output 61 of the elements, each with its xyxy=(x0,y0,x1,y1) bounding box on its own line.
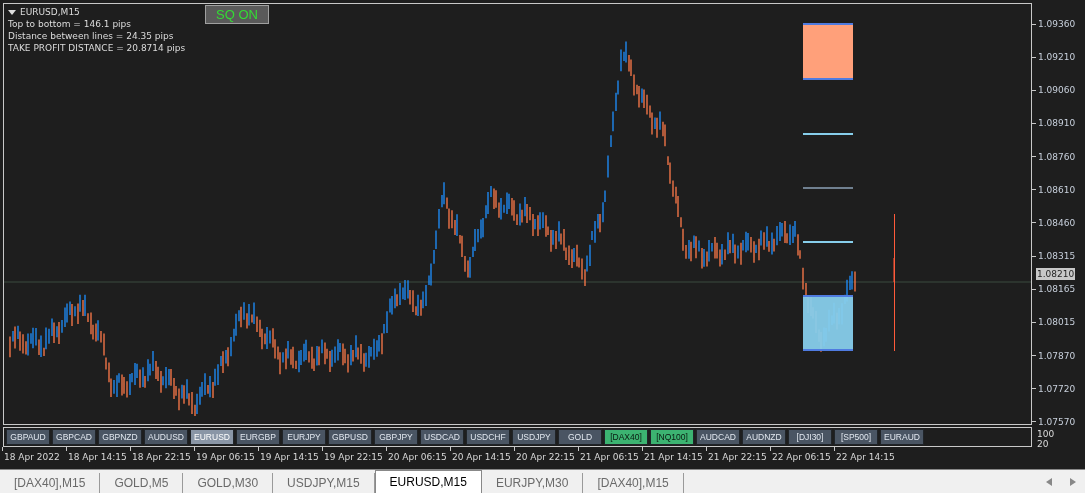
time-label: 22 Apr 14:15 xyxy=(836,452,895,462)
symbol-button[interactable]: USDJPY xyxy=(512,429,556,445)
current-price-label: 1.08210 xyxy=(1036,268,1076,280)
symbol-button[interactable]: EURGBP xyxy=(236,429,280,445)
dropdown-icon[interactable] xyxy=(8,9,16,15)
price-label: 1.09060 xyxy=(1038,85,1076,96)
vertical-line[interactable] xyxy=(893,214,895,351)
time-label: 21 Apr 22:15 xyxy=(708,452,767,462)
chart-title: EURUSD,M15 xyxy=(20,6,80,18)
info-text: Top to bottom = 146.1 pips xyxy=(8,18,132,30)
indicator-scale-label: 20 xyxy=(1037,439,1050,449)
time-label: 21 Apr 14:15 xyxy=(644,452,703,462)
scroll-right-icon[interactable] xyxy=(1070,478,1076,486)
symbol-button[interactable]: EURJPY xyxy=(282,429,326,445)
info-text: Distance between lines = 24.35 pips xyxy=(8,30,175,42)
price-label: 1.08760 xyxy=(1038,151,1076,162)
price-label: 1.09210 xyxy=(1038,52,1076,63)
scroll-left-icon[interactable] xyxy=(1046,478,1052,486)
symbol-button[interactable]: AUDUSD xyxy=(144,429,188,445)
price-label: 1.07720 xyxy=(1038,383,1076,394)
symbol-button[interactable]: [DJI30] xyxy=(788,429,832,445)
price-label: 1.08460 xyxy=(1038,217,1076,228)
time-label: 20 Apr 22:15 xyxy=(516,452,575,462)
info-text: TAKE PROFIT DISTANCE = 20.8714 pips xyxy=(8,42,186,54)
time-label: 18 Apr 22:15 xyxy=(132,452,191,462)
take-profit-box[interactable] xyxy=(803,23,853,80)
price-label: 1.08315 xyxy=(1038,251,1076,262)
symbol-button[interactable]: AUDNZD xyxy=(742,429,786,445)
symbol-button[interactable]: GBPCAD xyxy=(52,429,96,445)
symbol-button[interactable]: GBPAUD xyxy=(6,429,50,445)
stop-box[interactable] xyxy=(803,295,853,351)
symbol-button[interactable]: [DAX40] xyxy=(604,429,648,445)
price-label: 1.07870 xyxy=(1038,350,1076,361)
symbol-button[interactable]: EURAUD xyxy=(880,429,924,445)
symbol-button[interactable]: GBPJPY xyxy=(374,429,418,445)
price-label: 1.08015 xyxy=(1038,317,1076,328)
time-label: 21 Apr 06:15 xyxy=(580,452,639,462)
time-label: 20 Apr 06:15 xyxy=(388,452,447,462)
time-label: 22 Apr 06:15 xyxy=(772,452,831,462)
time-label: 18 Apr 14:15 xyxy=(68,452,127,462)
time-label: 19 Apr 06:15 xyxy=(196,452,255,462)
symbol-button[interactable]: USDCAD xyxy=(420,429,464,445)
symbol-button[interactable]: [NQ100] xyxy=(650,429,694,445)
symbol-button[interactable]: GBPUSD xyxy=(328,429,372,445)
indicator-scale-label: 100 xyxy=(1037,429,1055,439)
chart-tab[interactable]: EURUSD,M15 xyxy=(374,470,482,493)
price-label: 1.07570 xyxy=(1038,416,1076,427)
symbol-button[interactable]: GOLD xyxy=(558,429,602,445)
symbol-button[interactable]: [SP500] xyxy=(834,429,878,445)
symbol-button[interactable]: GBPNZD xyxy=(98,429,142,445)
symbol-button[interactable]: AUDCAD xyxy=(696,429,740,445)
price-label: 1.08910 xyxy=(1038,118,1076,129)
price-label: 1.09360 xyxy=(1038,19,1076,29)
time-label: 18 Apr 2022 xyxy=(4,452,60,462)
time-label: 19 Apr 22:15 xyxy=(324,452,383,462)
time-label: 20 Apr 14:15 xyxy=(452,452,511,462)
symbol-button[interactable]: USDCHF xyxy=(466,429,510,445)
price-label: 1.08165 xyxy=(1038,284,1076,295)
time-label: 19 Apr 14:15 xyxy=(260,452,319,462)
sq-toggle-button[interactable]: SQ ON xyxy=(205,5,269,24)
price-label: 1.08610 xyxy=(1038,184,1076,195)
